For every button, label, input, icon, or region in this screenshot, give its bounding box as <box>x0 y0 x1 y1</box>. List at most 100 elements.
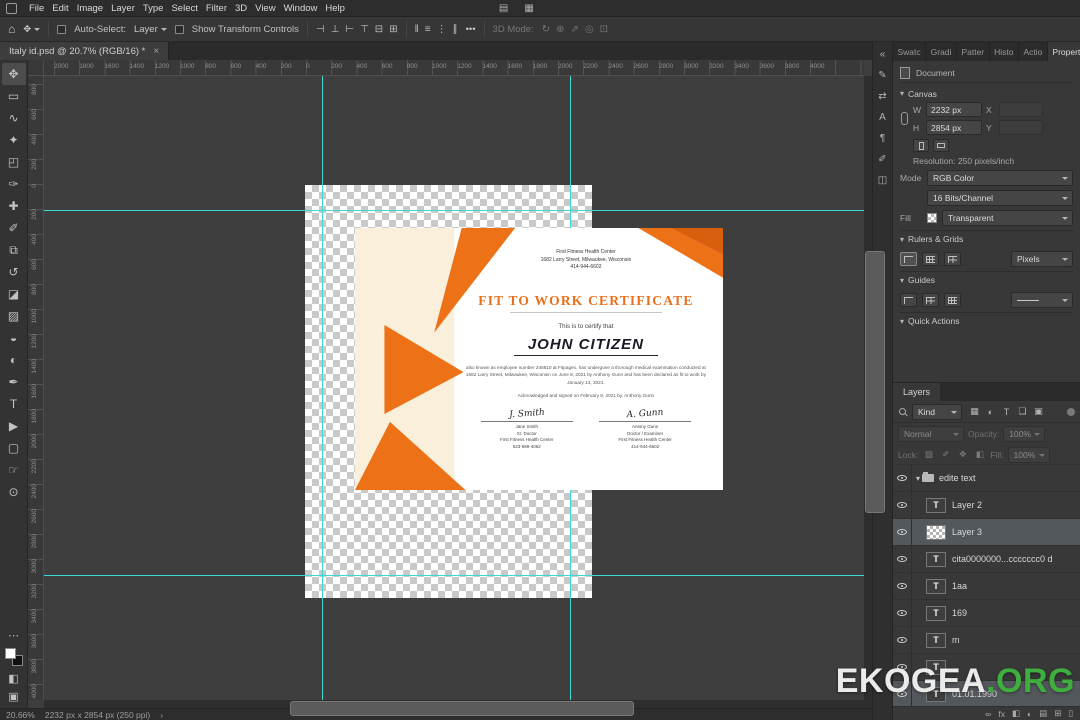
layer-row[interactable]: Tm <box>893 627 1080 654</box>
filter-pixel-layers-icon[interactable]: ▦ <box>968 406 981 417</box>
canvas[interactable]: First Fitness Health Center 1682 Larry S… <box>44 76 864 700</box>
color-mode-dropdown[interactable]: RGB Color <box>927 170 1073 186</box>
bit-depth-dropdown[interactable]: 16 Bits/Channel <box>927 190 1073 206</box>
chevron-down-icon[interactable]: ▾ <box>916 474 920 483</box>
distribute-horizontally-icon[interactable]: ‖ <box>415 24 419 35</box>
layer-group-icon[interactable]: ▤ <box>1039 708 1047 719</box>
3d-drag-icon[interactable]: ⇗ <box>571 24 579 35</box>
dodge-tool[interactable]: ◐ <box>2 349 26 371</box>
blend-mode-dropdown[interactable]: Normal <box>898 426 964 442</box>
quick-selection-tool[interactable]: ✦ <box>2 129 26 151</box>
opacity-dropdown[interactable]: 100% <box>1003 426 1046 442</box>
rectangular-marquee-tool[interactable]: ▭ <box>2 85 26 107</box>
hand-tool[interactable]: ☞ <box>2 459 26 481</box>
quick-actions-section-header[interactable]: ▾ Quick Actions <box>900 312 1073 329</box>
zoom-level-field[interactable]: 20.66% <box>6 710 35 720</box>
layer-filter-toggle-icon[interactable] <box>1067 407 1075 416</box>
toggle-rulers-icon[interactable] <box>900 252 917 266</box>
screen-mode-icon[interactable]: ▣ <box>8 690 18 703</box>
align-vertical-centers-icon[interactable]: ⊟ <box>375 24 383 35</box>
layer-visibility-toggle[interactable] <box>893 600 912 626</box>
panel-tab-gradi[interactable]: Gradi <box>926 42 957 61</box>
layer-row[interactable]: Tcita0000000...ccccccc0 d <box>893 546 1080 573</box>
new-layer-icon[interactable]: ⊞ <box>1054 708 1061 719</box>
y-field[interactable] <box>999 120 1043 135</box>
guide-vertical-left[interactable] <box>322 76 323 700</box>
home-icon[interactable]: ⌂ <box>8 22 15 36</box>
3d-rotate-icon[interactable]: ↻ <box>542 24 550 35</box>
align-horizontal-centers-icon[interactable]: ⊥ <box>331 24 340 35</box>
layer-effects-icon[interactable]: fx <box>998 709 1005 719</box>
toggle-guides-icon[interactable] <box>900 293 917 307</box>
layer-mask-icon[interactable]: ◧ <box>1012 708 1020 719</box>
adjustments-panel-icon[interactable]: ⇄ <box>873 86 893 107</box>
height-field[interactable]: 2854 px <box>926 120 982 135</box>
workspace-switcher-icon[interactable]: ▦ <box>524 3 533 14</box>
toggle-snap-icon[interactable] <box>944 252 961 266</box>
type-tool[interactable]: T <box>2 393 26 415</box>
guide-style-dropdown[interactable] <box>1011 292 1073 308</box>
libraries-panel-icon[interactable]: ◫ <box>873 170 893 191</box>
panel-tab-swatc[interactable]: Swatc <box>893 42 927 61</box>
guide-horizontal-top[interactable] <box>44 210 864 211</box>
filter-type-layers-icon[interactable]: T <box>1000 407 1013 417</box>
menu-window[interactable]: Window <box>280 3 322 14</box>
link-dimensions-icon[interactable] <box>901 112 908 125</box>
guides-section-header[interactable]: ▾ Guides <box>900 271 1073 288</box>
edit-toolbar-icon[interactable]: ⋯ <box>8 629 19 642</box>
gradient-tool[interactable]: ▨ <box>2 305 26 327</box>
distribute-spacing-icon[interactable]: ⋮ <box>437 24 447 35</box>
landscape-orientation-icon[interactable] <box>933 139 949 152</box>
width-field[interactable]: 2232 px <box>926 102 982 117</box>
delete-layer-icon[interactable]: ▯ <box>1068 708 1073 719</box>
menu-type[interactable]: Type <box>139 3 168 14</box>
character-panel-icon[interactable]: A <box>873 107 893 128</box>
horizontal-scrollbar-thumb[interactable] <box>290 701 635 716</box>
eyedropper-tool[interactable]: ✑ <box>2 173 26 195</box>
document-tab[interactable]: Italy id.psd @ 20.7% (RGB/16) * × <box>0 42 170 60</box>
crop-tool[interactable]: ◰ <box>2 151 26 173</box>
rectangle-tool[interactable]: ▢ <box>2 437 26 459</box>
auto-select-checkbox[interactable] <box>57 24 67 34</box>
status-menu-chevron[interactable]: › <box>160 710 163 720</box>
align-top-edges-icon[interactable]: ⊤ <box>360 24 369 35</box>
blur-tool[interactable]: ◒ <box>2 327 26 349</box>
layer-fill-dropdown[interactable]: 100% <box>1007 446 1050 463</box>
align-bottom-edges-icon[interactable]: ⊞ <box>389 24 397 35</box>
ruler-units-dropdown[interactable]: Pixels <box>1011 251 1073 267</box>
layer-row[interactable]: T 1aa <box>893 573 1080 600</box>
layer-visibility-toggle[interactable] <box>893 465 912 491</box>
menu-view[interactable]: View <box>251 3 279 14</box>
menu-help[interactable]: Help <box>321 3 349 14</box>
current-tool-button[interactable]: ✥ <box>23 24 41 35</box>
ruler-vertical[interactable]: 800 600 400 200 0 200 400 600 800 1000 1200 1400 160… <box>28 76 44 700</box>
menu-layer[interactable]: Layer <box>107 3 139 14</box>
color-panel-icon[interactable]: ✎ <box>873 65 893 86</box>
layer-row[interactable]: T Layer 2 <box>893 492 1080 519</box>
lock-all-icon[interactable]: ◧ <box>973 449 986 460</box>
align-to-selection-icon[interactable]: ∥ <box>453 24 458 35</box>
history-brush-tool[interactable]: ↺ <box>2 261 26 283</box>
fill-swatch[interactable] <box>927 213 937 223</box>
color-swatches[interactable] <box>4 648 23 666</box>
link-layers-icon[interactable]: ∞ <box>985 709 991 719</box>
auto-select-dropdown[interactable]: Layer <box>134 24 167 35</box>
paragraph-panel-icon[interactable]: ¶ <box>873 128 893 149</box>
filter-smart-objects-icon[interactable]: ▣ <box>1032 406 1045 417</box>
toggle-grid-icon[interactable] <box>922 252 939 266</box>
layer-visibility-toggle[interactable] <box>893 627 912 653</box>
show-transform-checkbox[interactable] <box>174 24 184 34</box>
adjustment-layer-icon[interactable]: ◐ <box>1027 709 1032 719</box>
filter-adjustment-layers-icon[interactable]: ◐ <box>984 407 997 417</box>
lasso-tool[interactable]: ∿ <box>2 107 26 129</box>
3d-slide-icon[interactable]: ◎ <box>585 24 594 35</box>
layer-visibility-toggle[interactable] <box>893 519 912 545</box>
menu-image[interactable]: Image <box>73 3 107 14</box>
ruler-horizontal[interactable]: 2000 1800 1600 1400 1200 1000 800 600 400 200 0 200… <box>44 60 864 76</box>
tab-layers[interactable]: Layers <box>893 383 941 401</box>
canvas-section-header[interactable]: ▾ Canvas <box>900 85 1073 102</box>
panel-tab-histo[interactable]: Histo <box>990 42 1020 61</box>
panel-tab-actio[interactable]: Actio <box>1019 42 1048 61</box>
horizontal-scrollbar[interactable] <box>44 700 864 716</box>
path-selection-tool[interactable]: ▶ <box>2 415 26 437</box>
